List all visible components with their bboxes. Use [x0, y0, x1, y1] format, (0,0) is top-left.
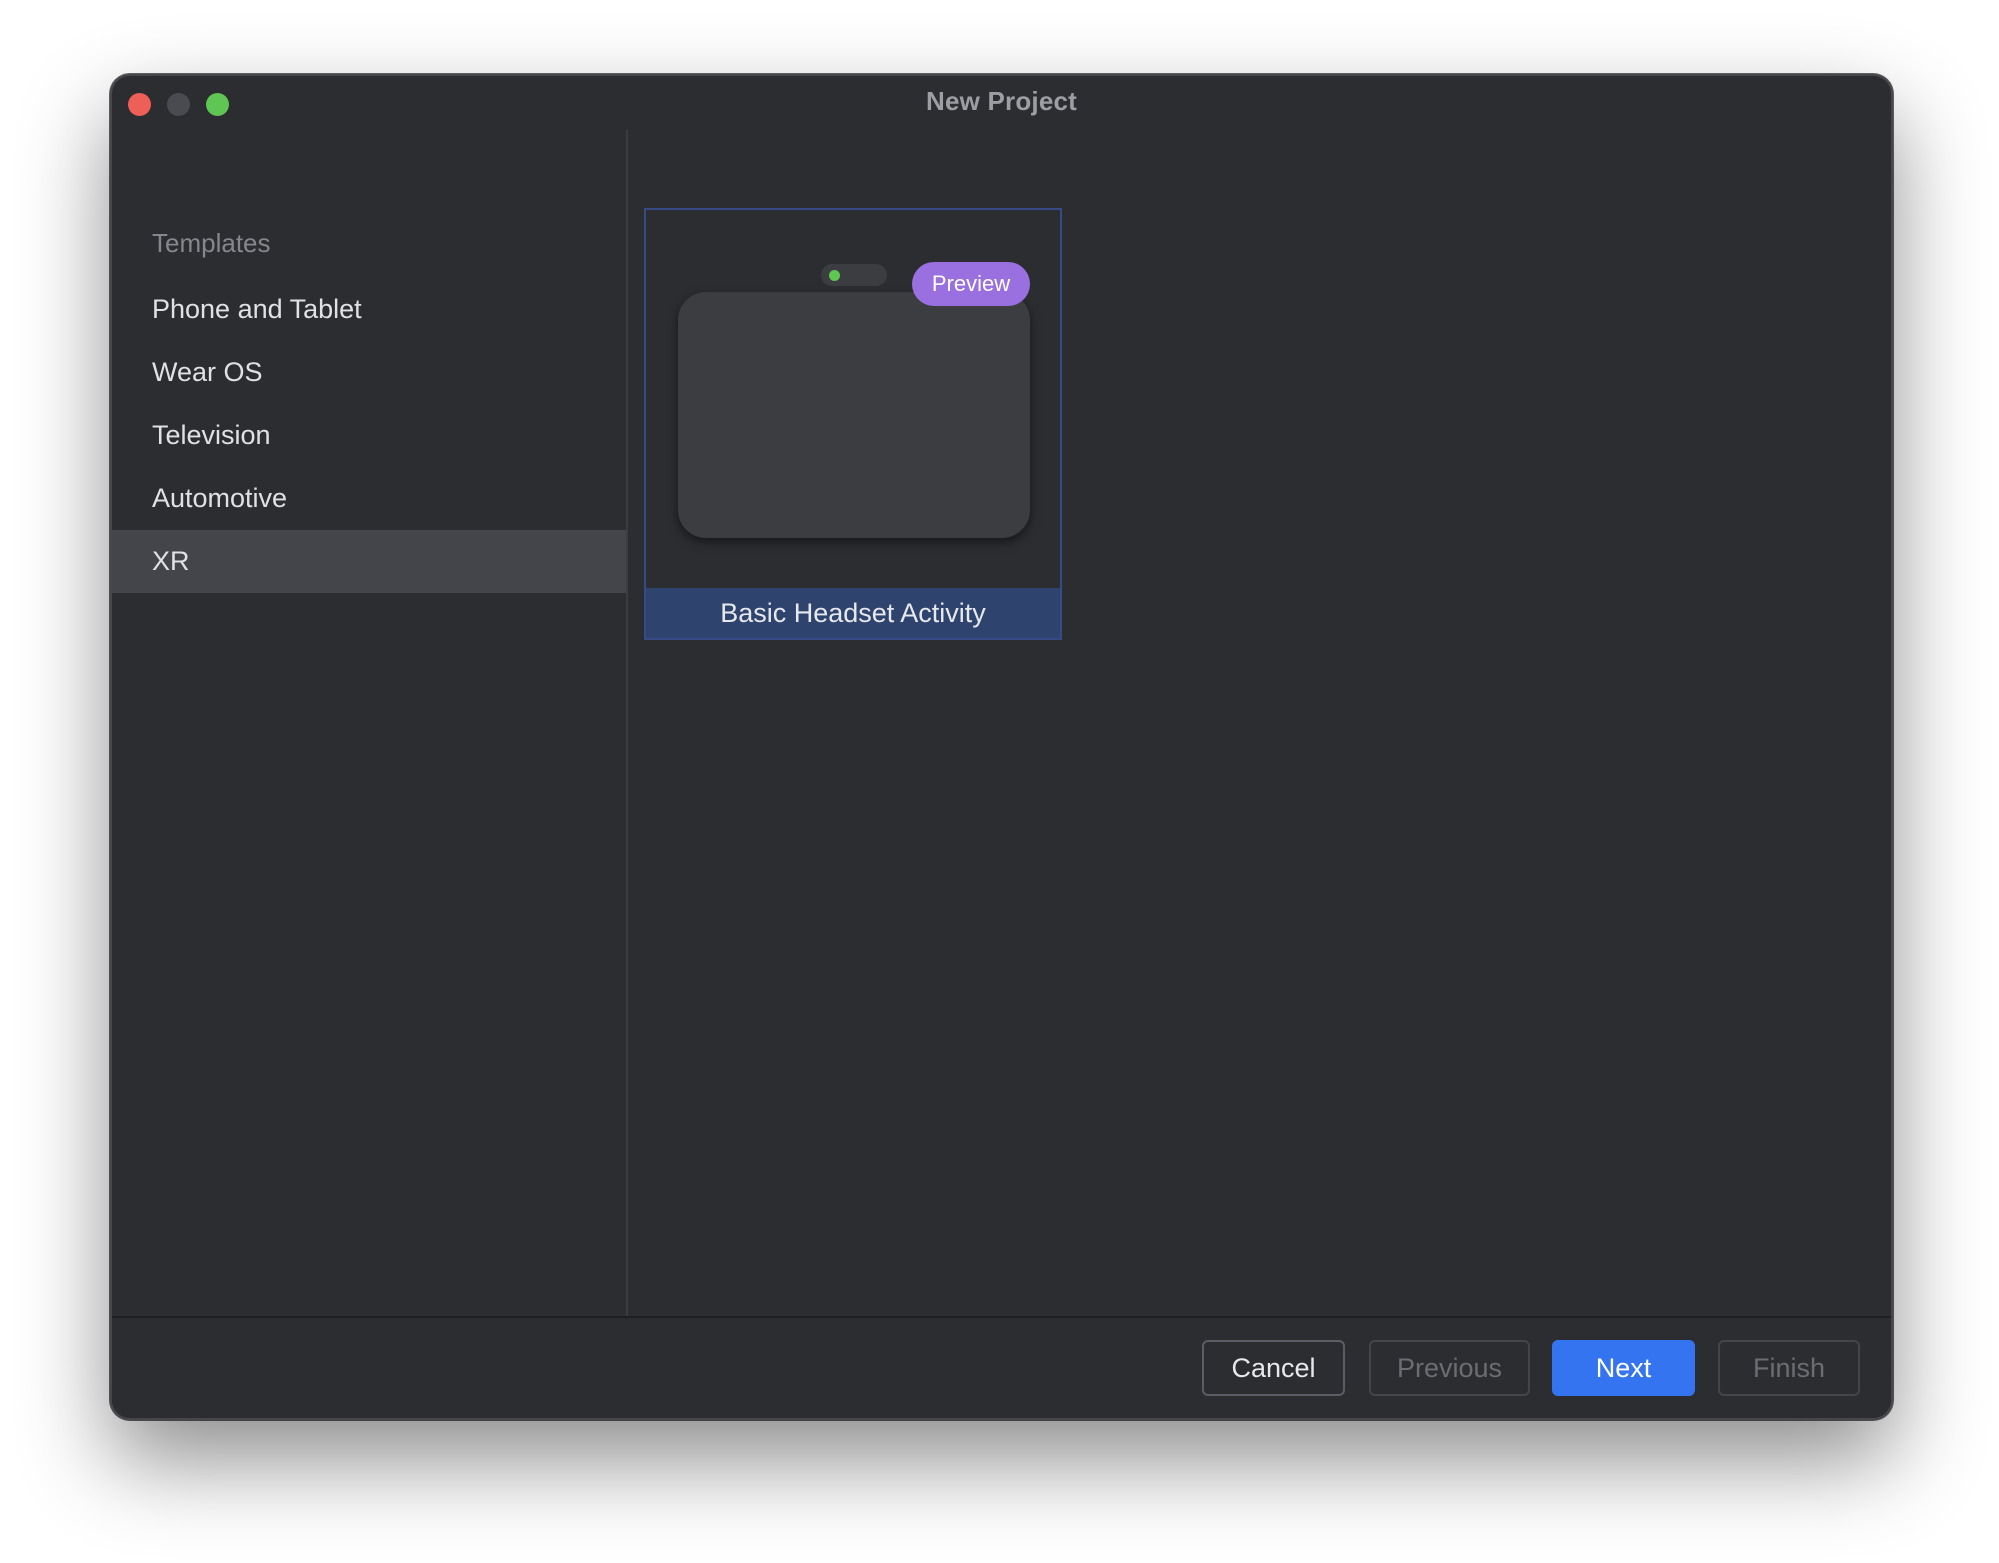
template-card-label: Basic Headset Activity — [646, 588, 1060, 638]
template-card-basic-headset-activity[interactable]: Preview Basic Headset Activity — [644, 208, 1062, 640]
title-bar: New Project — [112, 76, 1891, 130]
sidebar-item-wear-os[interactable]: Wear OS — [112, 341, 626, 404]
finish-button[interactable]: Finish — [1718, 1340, 1860, 1396]
headset-status-dot — [829, 270, 840, 281]
preview-badge: Preview — [912, 262, 1030, 306]
next-button[interactable]: Next — [1552, 1340, 1695, 1396]
sidebar-item-xr[interactable]: XR — [112, 530, 626, 593]
headset-indicator-pill — [821, 264, 887, 286]
sidebar-item-phone-and-tablet[interactable]: Phone and Tablet — [112, 278, 626, 341]
templates-sidebar: Templates Phone and Tablet Wear OS Telev… — [112, 130, 628, 1393]
cancel-button[interactable]: Cancel — [1202, 1340, 1345, 1396]
new-project-window: New Project Templates Phone and Tablet W… — [110, 74, 1893, 1420]
headset-window-shape — [678, 292, 1030, 538]
sidebar-item-automotive[interactable]: Automotive — [112, 467, 626, 530]
previous-button[interactable]: Previous — [1369, 1340, 1530, 1396]
sidebar-item-television[interactable]: Television — [112, 404, 626, 467]
window-title: New Project — [925, 86, 1078, 116]
dialog-footer: Cancel Previous Next Finish — [112, 1316, 1891, 1418]
template-gallery: Preview Basic Headset Activity — [628, 130, 1891, 1393]
sidebar-heading: Templates — [152, 228, 271, 258]
